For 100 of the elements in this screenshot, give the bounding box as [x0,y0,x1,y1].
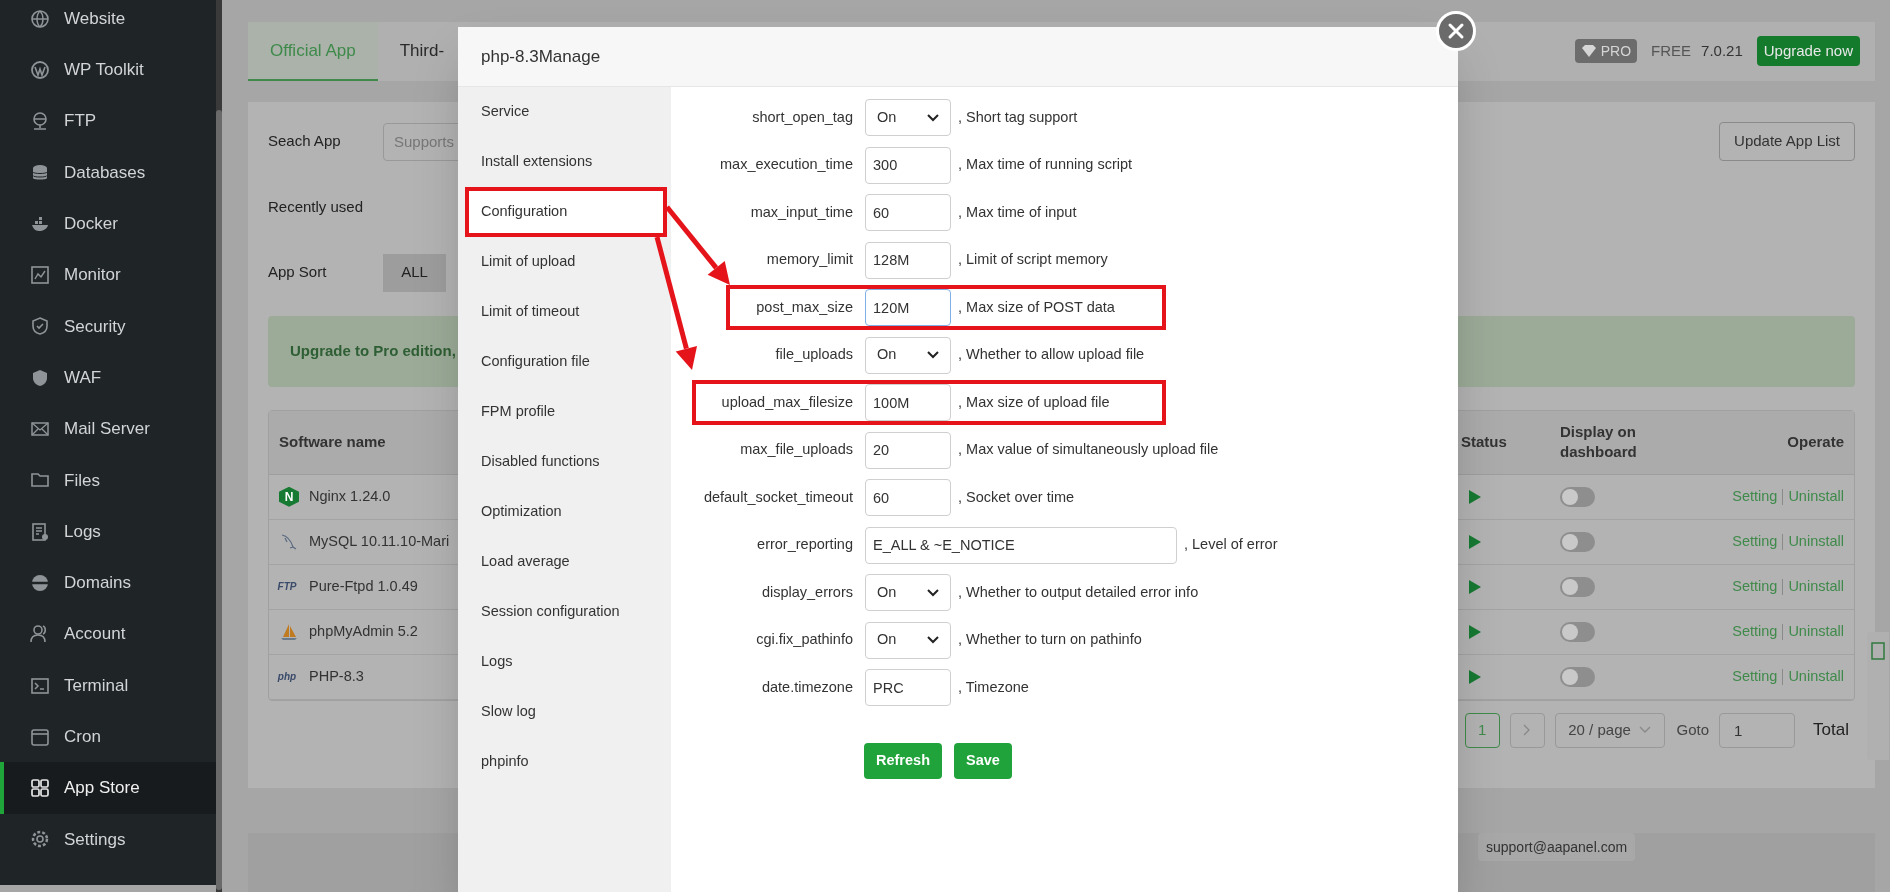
nav-item[interactable]: FPM profile [465,387,667,437]
input-field[interactable]: 100M [865,384,951,421]
sidebar-item[interactable]: App Store [0,762,216,814]
terminal-icon [30,675,50,696]
update-app-list-button[interactable]: Update App List [1719,122,1855,162]
document-icon [30,521,50,542]
nav-item[interactable]: Service [465,87,667,137]
section-label: Recently used [268,197,364,218]
nav-item[interactable]: Optimization [465,487,667,537]
sidebar-item[interactable]: Account [0,608,216,660]
field-label: post_max_size [756,298,853,315]
field-label: short_open_tag [752,108,853,125]
app-name: phpMyAdmin 5.2 [309,621,418,641]
sidebar-item[interactable]: Domains [0,557,216,609]
field-label: max_execution_time [720,156,853,173]
dropdown[interactable]: On [865,621,951,659]
banner-text: Upgrade to Pro edition, [290,340,456,361]
envelope-icon [30,419,50,439]
app-name: MySQL 10.11.10-Mari [309,531,450,551]
toggle-switch[interactable] [1560,486,1595,507]
input-field[interactable]: 60 [865,194,951,231]
toggle-switch[interactable] [1560,531,1595,552]
toggle-switch[interactable] [1560,576,1595,597]
field-description: , Socket over time [958,487,1075,507]
dropdown[interactable]: On [865,99,951,136]
sidebar-item[interactable]: Databases [0,146,216,199]
chevron-down-icon [927,636,939,644]
dropdown[interactable]: On [865,574,951,611]
nav-item[interactable]: Limit of upload [465,237,667,287]
field-description: , Max size of POST data [958,297,1115,317]
sidebar-item[interactable]: Monitor [0,249,216,301]
sidebar-item[interactable]: Security [0,300,216,353]
column-header: Software name [279,431,386,452]
circle-logo-icon [30,59,50,80]
sidebar-item[interactable]: Logs [0,505,216,558]
field-label: memory_limit [766,251,853,268]
input-field[interactable]: E_ALL & ~E_NOTICE [865,526,1177,564]
input-field[interactable]: 300 [865,146,951,184]
field-description: , Whether to output detailed error info [958,582,1199,602]
input-field[interactable]: 120M [865,289,951,326]
field-label: Seach App [268,131,342,152]
nav-item[interactable]: Install extensions [465,137,667,187]
nav-item[interactable]: Load average [465,537,667,587]
field-label: error_reporting [757,536,853,553]
input-field[interactable]: PRC [865,669,951,706]
page-number-field[interactable]: 1 [1719,712,1796,748]
field-description: , Max value of simultaneously upload file [958,440,1219,460]
sidebar-item[interactable]: WP Toolkit [0,44,216,96]
field-description: , Whether to allow upload file [958,345,1145,365]
column-header: Display on dashboard [1560,422,1638,463]
field-label: date.timezone [761,678,853,695]
app-name: Pure-Ftpd 1.0.49 [309,576,418,596]
nav-item[interactable]: Session configuration [465,587,667,637]
sidebar-item[interactable]: Website [0,0,216,45]
field-description: , Limit of script memory [958,250,1108,270]
page-size-dropdown[interactable]: 20 / page [1554,712,1665,748]
nav-item[interactable]: Configuration file [465,337,667,387]
grid-icon [30,778,50,799]
nav-item[interactable]: Slow log [465,687,667,737]
app-name: Nginx 1.24.0 [309,486,391,506]
input-field[interactable]: 60 [865,479,951,516]
nav-item[interactable]: Limit of timeout [465,287,667,337]
sidebar-item[interactable]: Cron [0,711,216,763]
toggle-switch[interactable] [1560,666,1595,687]
shield-icon [30,367,50,388]
document-icon [1871,642,1885,660]
nav-item[interactable]: Logs [465,637,667,687]
field-description: , Max size of upload file [958,392,1110,412]
field-label: App Sort [268,262,328,283]
close-button[interactable] [1436,11,1476,51]
toggle-switch[interactable] [1560,621,1595,642]
shield-icon [30,316,50,337]
nav-item[interactable]: phpinfo [465,737,667,787]
dialog-title: php-8.3Manage [481,45,601,68]
field-label: max_input_time [750,203,853,220]
nav-item[interactable]: Disabled functions [465,437,667,487]
sort-button[interactable]: ALL [383,253,446,292]
gear-icon [30,829,50,850]
total-label: Total [1813,719,1849,742]
sidebar-item[interactable]: Settings [0,813,216,866]
field-label: cgi.fix_pathinfo [756,631,853,648]
chevron-right-icon [1523,724,1532,737]
sidebar-item[interactable]: Docker [0,198,216,250]
dropdown[interactable]: On [865,336,951,374]
input-field[interactable]: 128M [865,241,951,279]
sidebar-item[interactable]: WAF [0,352,216,404]
next-page-button[interactable] [1509,712,1545,748]
field-description: , Max time of running script [958,155,1133,175]
sidebar-item[interactable]: FTP [0,95,216,147]
input-field[interactable]: 20 [865,431,951,469]
sidebar-item[interactable]: Files [0,454,216,506]
field-description: , Timezone [958,677,1029,697]
field-label: file_uploads [775,346,853,363]
upgrade-button[interactable]: Upgrade now [1756,36,1860,67]
globe-icon [30,8,50,29]
field-description: , Short tag support [958,107,1078,127]
nav-item[interactable]: Configuration [465,187,667,237]
field-label: max_file_uploads [740,441,853,458]
sidebar-item[interactable]: Mail Server [0,403,216,455]
sidebar-item[interactable]: Terminal [0,659,216,712]
